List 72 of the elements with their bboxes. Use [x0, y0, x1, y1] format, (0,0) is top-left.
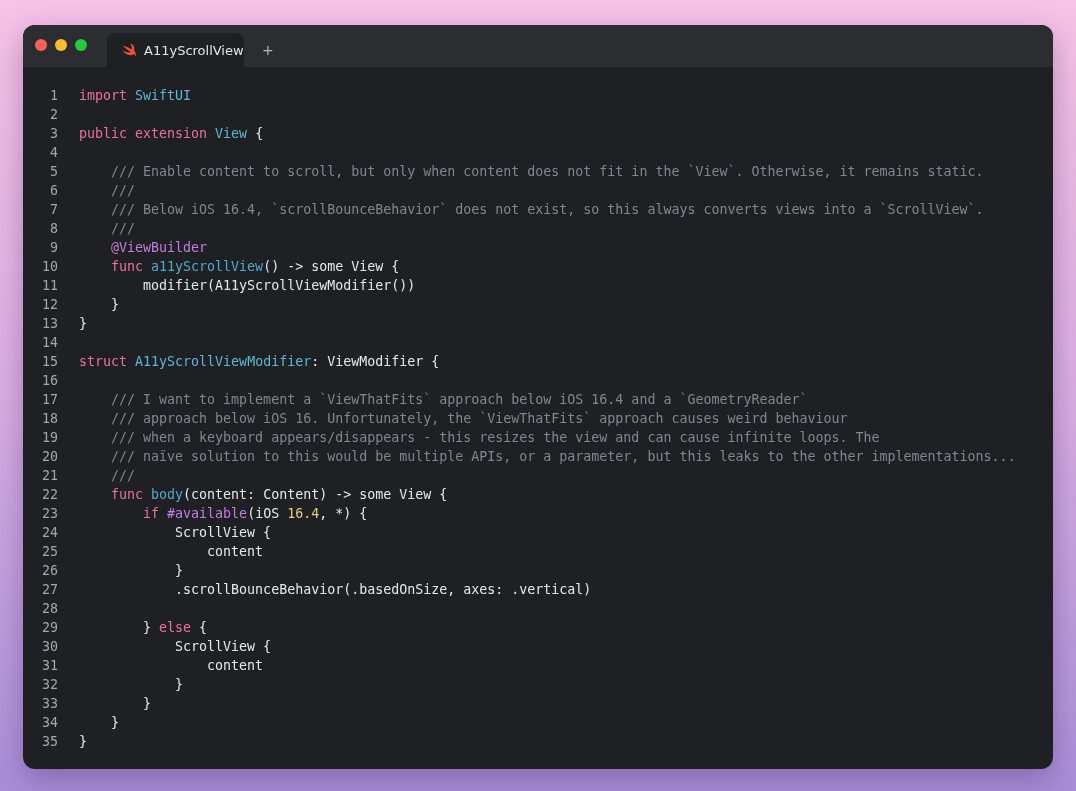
code-line: func a11yScrollView() -> some View {: [110, 259, 400, 274]
code-line: }: [79, 734, 87, 749]
line-number: 31: [41, 658, 58, 673]
line-number: 6: [49, 183, 58, 198]
line-number: 4: [49, 145, 58, 160]
code-line: }: [174, 677, 184, 692]
line-number: 1: [49, 88, 58, 103]
code-line: public extension View {: [79, 126, 264, 141]
code-line: modifier(A11yScrollViewModifier()): [142, 278, 416, 293]
code-line: content: [206, 658, 264, 673]
line-number: 28: [41, 601, 58, 616]
code-line: }: [79, 316, 87, 331]
new-tab-button[interactable]: +: [256, 33, 280, 67]
code-line: /// Below iOS 16.4, `scrollBounceBehavior` does not exist, so this always converts views into a `ScrollView`.: [110, 202, 984, 217]
code-line: ///: [110, 221, 136, 236]
code-line: if #available(iOS 16.4, *) {: [142, 506, 368, 521]
line-number: 3: [49, 126, 58, 141]
line-number: 30: [41, 639, 58, 654]
minimize-icon[interactable]: [55, 39, 67, 51]
line-number: 27: [41, 582, 58, 597]
line-number: 29: [41, 620, 58, 635]
line-number: 26: [41, 563, 58, 578]
line-number: 33: [41, 696, 58, 711]
code-line: ///: [110, 183, 136, 198]
code-line: @ViewBuilder: [110, 240, 208, 255]
tab-title: A11yScrollView: [144, 42, 244, 58]
line-number: 13: [41, 316, 58, 331]
line-number: 17: [41, 392, 58, 407]
code-line: /// Enable content to scroll, but only when content does not fit in the `View`. Otherwise, it remains static.: [110, 164, 984, 179]
line-number: 10: [41, 259, 58, 274]
line-number: 19: [41, 430, 58, 445]
code-line: } else {: [142, 620, 208, 635]
line-number: 14: [41, 335, 58, 350]
line-number: 11: [41, 278, 58, 293]
code-line: }: [142, 696, 152, 711]
code-line: .scrollBounceBehavior(.basedOnSize, axes: .vertical): [174, 582, 592, 597]
line-number: 35: [41, 734, 58, 749]
code-line: /// when a keyboard appears/disappears - this resizes the view and can cause infinite loops. The: [110, 430, 880, 445]
code-line: content: [206, 544, 264, 559]
line-number: 23: [41, 506, 58, 521]
line-number: 18: [41, 411, 58, 426]
close-icon[interactable]: [35, 39, 47, 51]
code-line: }: [110, 715, 120, 730]
line-number: 8: [49, 221, 58, 236]
code-line: func body(content: Content) -> some View {: [110, 487, 448, 502]
code-line: ScrollView {: [174, 525, 272, 540]
line-number: 2: [49, 107, 58, 122]
line-number: 5: [49, 164, 58, 179]
code-line: /// naïve solution to this would be multiple APIs, or a parameter, but this leaks to the other implementations...: [110, 449, 1016, 464]
line-number: 16: [41, 373, 58, 388]
line-number: 25: [41, 544, 58, 559]
code-line: struct A11yScrollViewModifier: ViewModifier {: [79, 354, 440, 369]
code-line: }: [174, 563, 184, 578]
code-line: /// I want to implement a `ViewThatFits` approach below iOS 16.4 and a `GeometryReader`: [110, 392, 808, 407]
code-line: }: [110, 297, 120, 312]
code-line: import SwiftUI: [79, 88, 192, 103]
line-number: 32: [41, 677, 58, 692]
zoom-icon[interactable]: [75, 39, 87, 51]
line-number: 22: [41, 487, 58, 502]
line-number: 15: [41, 354, 58, 369]
swift-bird-icon: [122, 43, 136, 57]
line-number: 12: [41, 297, 58, 312]
code-line: ///: [110, 468, 136, 483]
line-number: 7: [49, 202, 58, 217]
line-number: 20: [41, 449, 58, 464]
code-line: /// approach below iOS 16. Unfortunately, the `ViewThatFits` approach causes weird behaviour: [110, 411, 848, 426]
code-line: ScrollView {: [174, 639, 272, 654]
line-number: 24: [41, 525, 58, 540]
line-number: 21: [41, 468, 58, 483]
file-tab[interactable]: A11yScrollView: [107, 33, 244, 67]
line-number: 34: [41, 715, 58, 730]
line-number: 9: [49, 240, 58, 255]
